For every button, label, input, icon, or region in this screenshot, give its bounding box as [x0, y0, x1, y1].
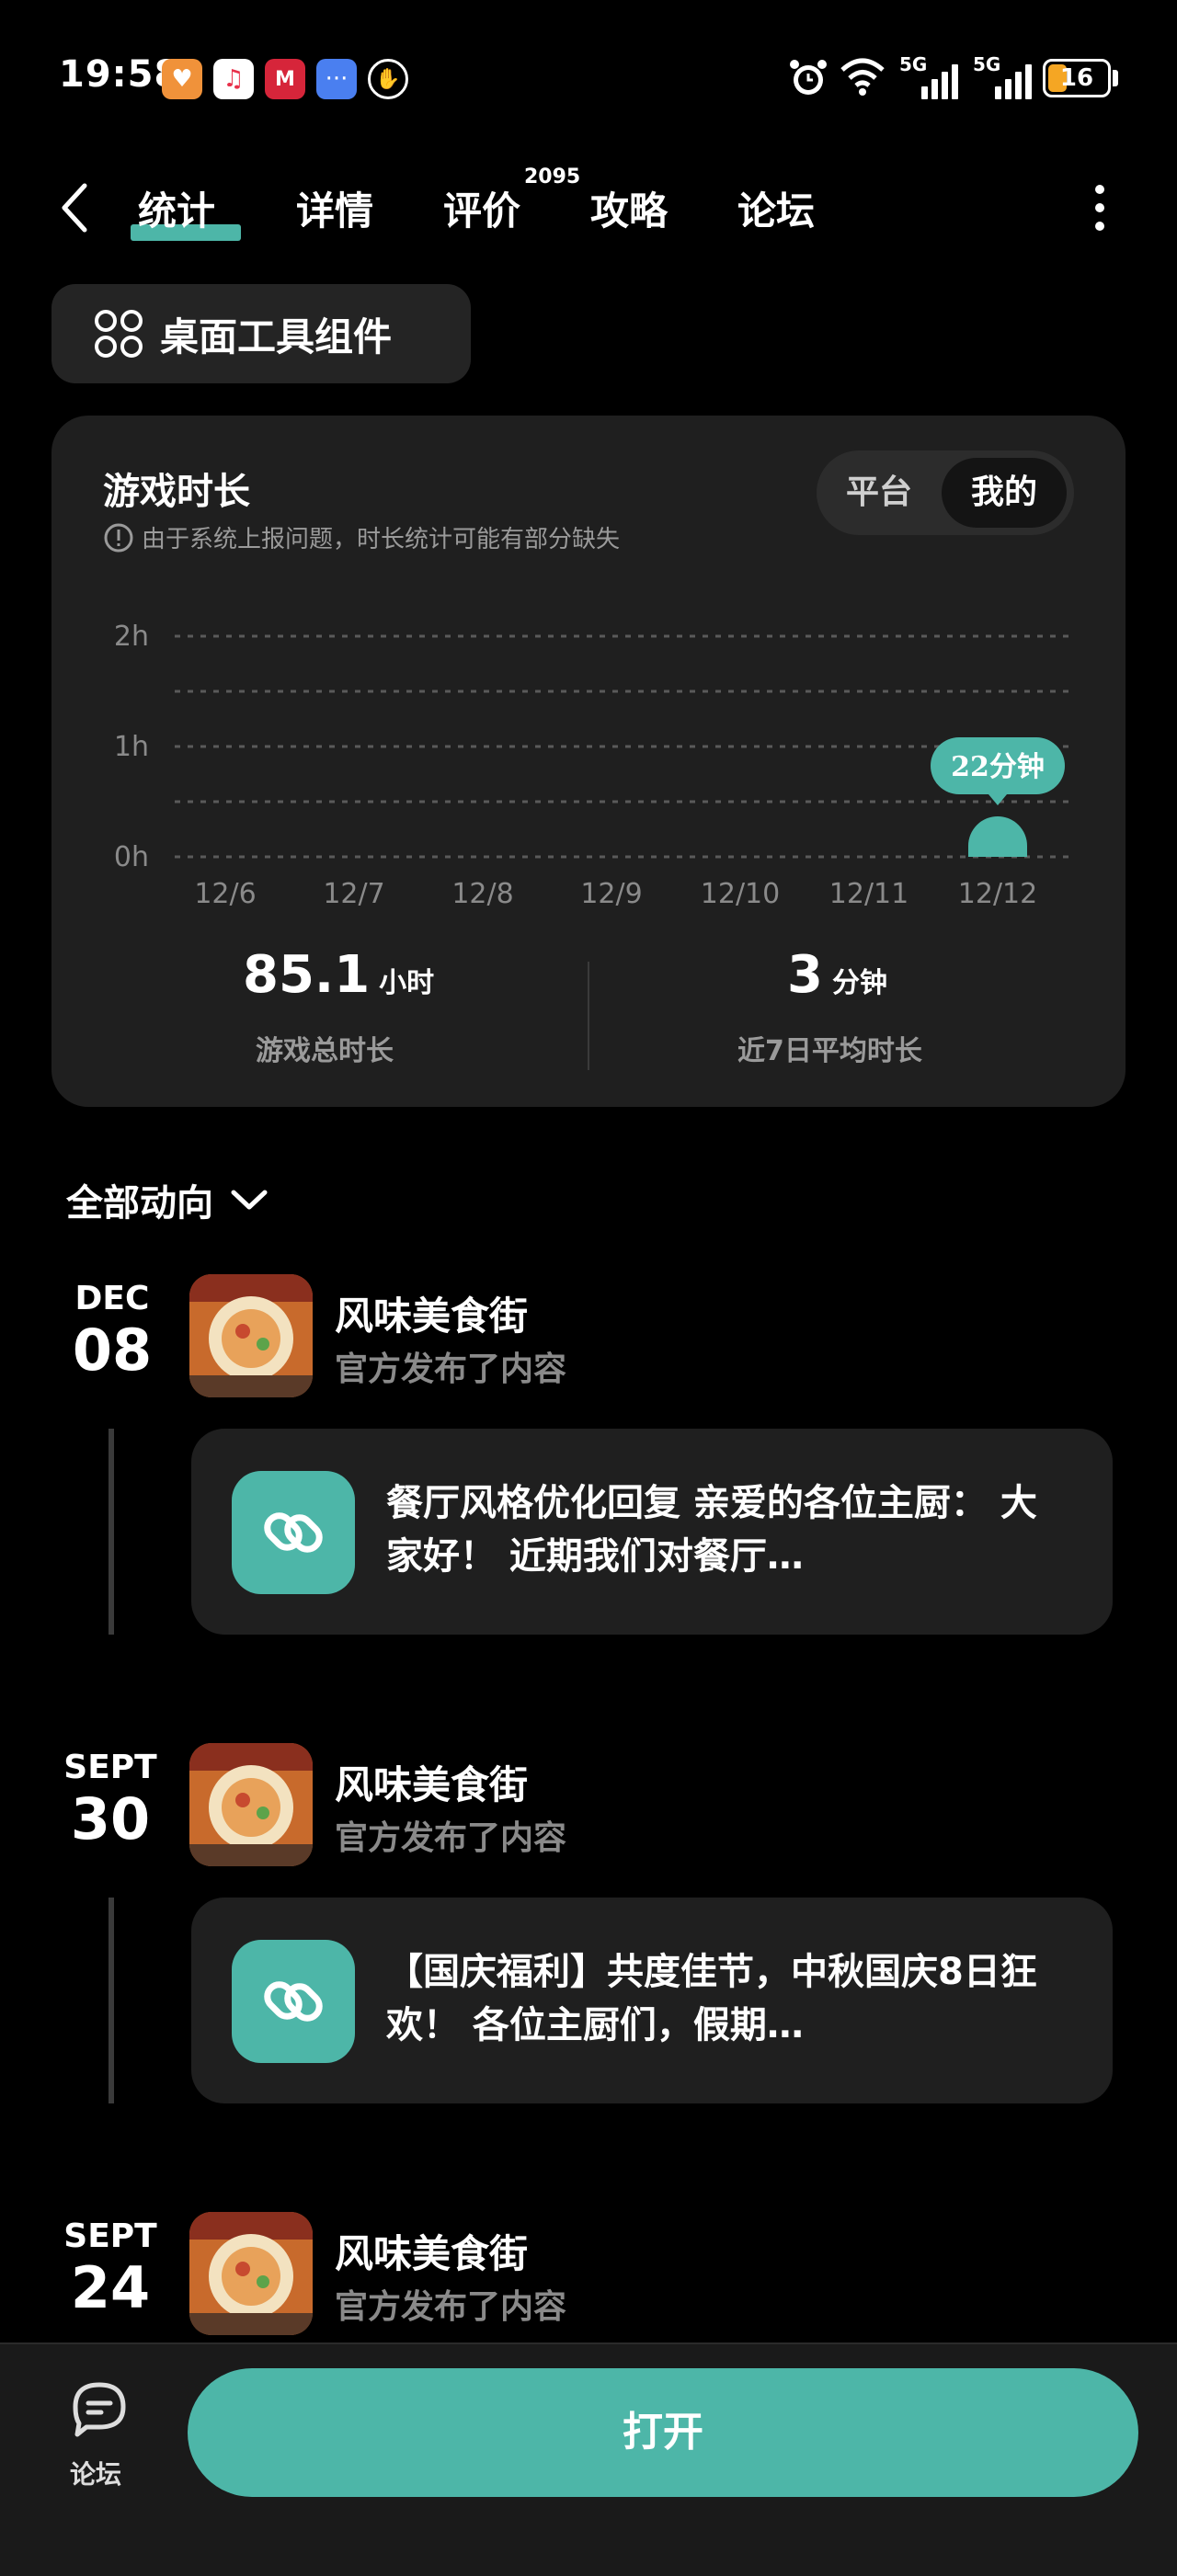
feed-date-month: SEPT [63, 2217, 157, 2255]
x-tick-label: 12/12 [958, 878, 1037, 910]
y-tick-label: 0h [114, 841, 149, 873]
battery-icon: 16 [1043, 59, 1111, 97]
feed-action: 官方发布了内容 [335, 1819, 567, 1857]
source-toggle[interactable]: 平台 我的 [817, 450, 1074, 535]
chart-tooltip-label: 22分钟 [951, 751, 1045, 783]
alarm-icon [790, 60, 827, 95]
desktop-widget-label: 桌面工具组件 [160, 313, 393, 359]
signal-icon-2 [995, 57, 1032, 99]
link-icon [264, 1981, 323, 2022]
feed-post-text: 餐厅风格优化回复 亲爱的各位主厨： 大家好！ 近期我们对餐厅… [386, 1482, 1037, 1578]
game-thumbnail[interactable] [189, 1743, 313, 1866]
game-icon [189, 1743, 313, 1866]
feed-filter-dropdown[interactable]: 全部动向 [66, 1173, 270, 1226]
hand-icon: ✋ [368, 59, 408, 99]
link-icon [264, 1512, 323, 1553]
tab-stats[interactable]: 统计 [138, 180, 215, 236]
feed-game-name[interactable]: 风味美食街 [335, 1754, 528, 1810]
battery-level: 16 [1059, 64, 1094, 92]
x-tick-label: 12/6 [194, 878, 256, 910]
average-playtime-label: 近7日平均时长 [737, 1035, 922, 1067]
x-tick-label: 12/9 [580, 878, 642, 910]
forum-label[interactable]: 论坛 [70, 2455, 121, 2491]
reviews-count-badge: 2095 [524, 165, 581, 188]
feed-post-card[interactable]: 餐厅风格优化回复 亲爱的各位主厨： 大家好！ 近期我们对餐厅… [191, 1429, 1113, 1635]
battery-nub [1113, 70, 1118, 86]
feed-post-text: 【国庆福利】共度佳节，中秋国庆8日狂欢！ 各位主厨们，假期… [386, 1951, 1037, 2046]
back-icon[interactable] [57, 180, 94, 235]
feed-filter-label: 全部动向 [66, 1182, 213, 1225]
playtime-note-text: 由于系统上报问题，时长统计可能有部分缺失 [142, 526, 621, 553]
stats-divider [588, 962, 589, 1070]
forum-icon[interactable] [66, 2376, 132, 2442]
feed-date-day: 24 [70, 2254, 151, 2321]
chart-bar [968, 816, 1027, 857]
y-tick-label: 2h [114, 621, 149, 653]
info-icon [104, 523, 133, 552]
chevron-down-icon [231, 1190, 268, 1210]
x-tick-label: 12/8 [451, 878, 513, 910]
feed-action: 官方发布了内容 [335, 1351, 567, 1388]
bank-icon: M [265, 59, 305, 99]
game-icon [189, 1274, 313, 1397]
tab-forum[interactable]: 论坛 [737, 180, 815, 236]
wifi-icon [840, 58, 885, 96]
chat-app-icon: ··· [316, 59, 357, 99]
total-playtime: 85.1 小时 [243, 945, 434, 1005]
feed-game-name[interactable]: 风味美食街 [335, 1285, 528, 1341]
total-playtime-value: 85.1 [243, 945, 371, 1005]
game-thumbnail[interactable] [189, 1274, 313, 1397]
toggle-mine[interactable]: 我的 [942, 450, 1067, 535]
timeline-line [109, 1429, 114, 1635]
signal-icon [921, 57, 958, 99]
x-tick-label: 12/10 [701, 878, 780, 910]
tab-reviews[interactable]: 评价 [443, 180, 520, 236]
tab-guides[interactable]: 攻略 [590, 180, 668, 236]
playtime-title: 游戏时长 [103, 471, 250, 513]
average-playtime: 3 分钟 [787, 945, 887, 1005]
playtime-chart: 0h 1h 2h 12/6 12/7 12/8 12/9 12/10 12/11 12/12 22分… [114, 621, 1076, 910]
music-icon: ♫ [213, 59, 254, 99]
feed-date-day: 08 [72, 1316, 153, 1384]
more-icon[interactable] [1085, 182, 1114, 234]
link-icon-box [232, 1471, 355, 1594]
total-playtime-label: 游戏总时长 [256, 1035, 394, 1067]
feed-date-month: SEPT [63, 1749, 157, 1786]
desktop-widget-button[interactable]: 桌面工具组件 [51, 284, 471, 383]
open-game-button[interactable]: 打开 [188, 2368, 1138, 2497]
feed-post-card[interactable]: 【国庆福利】共度佳节，中秋国庆8日狂欢！ 各位主厨们，假期… [191, 1898, 1113, 2103]
average-playtime-unit: 分钟 [831, 967, 887, 999]
x-tick-label: 12/11 [829, 878, 908, 910]
y-tick-label: 1h [114, 731, 149, 763]
feed-game-name[interactable]: 风味美食街 [335, 2223, 528, 2279]
game-thumbnail[interactable] [189, 2212, 313, 2335]
total-playtime-unit: 小时 [379, 967, 435, 999]
feed-date-day: 30 [70, 1785, 151, 1852]
timeline-line [109, 1898, 114, 2103]
toggle-platform[interactable]: 平台 [817, 450, 942, 535]
chart-tooltip-pointer [988, 794, 1007, 805]
x-tick-label: 12/7 [323, 878, 384, 910]
average-playtime-value: 3 [787, 945, 823, 1005]
game-icon [189, 2212, 313, 2335]
playtime-note: 由于系统上报问题，时长统计可能有部分缺失 [103, 520, 620, 554]
grid-icon [95, 310, 143, 358]
app-notification-icon: ♥ [162, 59, 202, 99]
link-icon-box [232, 1940, 355, 2063]
feed-date-month: DEC [74, 1280, 150, 1317]
tab-details[interactable]: 详情 [296, 180, 373, 236]
feed-action: 官方发布了内容 [335, 2288, 567, 2326]
